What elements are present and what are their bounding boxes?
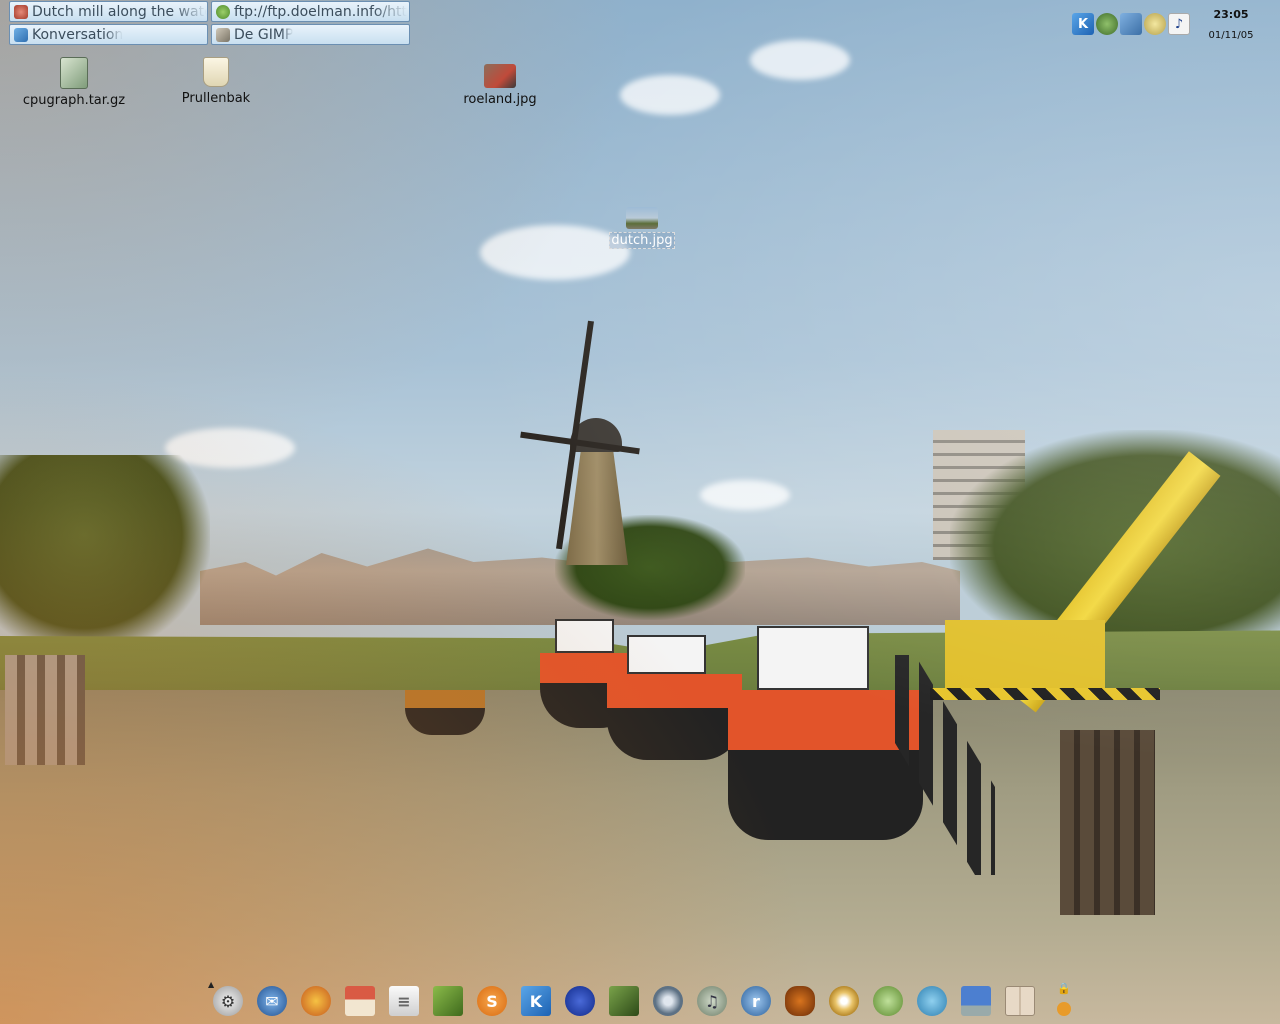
launcher-gimp[interactable] — [561, 982, 599, 1020]
home-icon — [345, 986, 375, 1016]
pager-icon — [1005, 986, 1035, 1016]
clock-date: 01/11/05 — [1208, 30, 1254, 41]
wallpaper-pier — [5, 655, 85, 765]
gear-icon: ⚙ — [213, 986, 243, 1016]
launcher-skype[interactable]: S — [473, 982, 511, 1020]
user-icon[interactable] — [1096, 13, 1118, 35]
media-icon — [653, 986, 683, 1016]
launcher-home[interactable] — [341, 982, 379, 1020]
network-icon[interactable] — [1120, 13, 1142, 35]
launcher-sound[interactable]: ♫ — [693, 982, 731, 1020]
desktop-icon-dutch[interactable]: dutch.jpg — [582, 207, 702, 249]
clock[interactable]: 23:05 01/11/05 — [1206, 8, 1256, 41]
launcher-remote-desktop[interactable] — [957, 982, 995, 1020]
desktop-wallpaper — [0, 0, 1280, 1024]
archive-icon — [60, 57, 88, 89]
wallpaper-cloud — [700, 480, 790, 510]
task-button-label: ftp://ftp.doelman.info/htt — [234, 3, 408, 20]
clock-time: 23:05 — [1213, 8, 1249, 21]
wallpaper-boat — [607, 635, 742, 760]
terminal-icon — [609, 986, 639, 1016]
launcher-firefox[interactable] — [297, 982, 335, 1020]
desktop-icon-label: dutch.jpg — [609, 232, 675, 249]
kde-icon[interactable]: K — [1072, 13, 1094, 35]
player-icon: r — [741, 986, 771, 1016]
mail-icon: ✉ — [257, 986, 287, 1016]
wallpaper-cloud — [620, 75, 720, 115]
taskbar-window-list: Dutch mill along the wate ftp://ftp.doel… — [9, 0, 411, 46]
logout-icon[interactable] — [1057, 1002, 1071, 1016]
gimp-icon — [216, 27, 230, 42]
skype-icon: S — [477, 986, 507, 1016]
wallpaper-boat — [405, 675, 485, 735]
wallpaper-cloud — [750, 40, 850, 80]
task-button-label: Dutch mill along the wate — [32, 3, 207, 20]
wallpaper-windmill — [566, 445, 628, 565]
launcher-coffee[interactable] — [781, 982, 819, 1020]
klipper-icon[interactable] — [1144, 13, 1166, 35]
photo-viewer-icon — [14, 4, 28, 19]
task-button-label: Konversation — [32, 26, 124, 43]
browser-icon — [301, 986, 331, 1016]
task-button-gimp[interactable]: De GIMP — [211, 24, 410, 45]
disc-icon — [829, 986, 859, 1016]
launcher-kpdf[interactable]: ≡ — [385, 982, 423, 1020]
monitor-icon — [961, 986, 991, 1016]
desktop-icon-trash[interactable]: Prullenbak — [156, 57, 276, 106]
task-button-label: De GIMP — [234, 26, 294, 43]
music-icon: ♫ — [697, 986, 727, 1016]
paint-icon — [565, 986, 595, 1016]
wallpaper-crane — [945, 620, 1105, 690]
wallpaper-pier — [1060, 730, 1155, 915]
task-button-konversation[interactable]: Konversation — [9, 24, 208, 45]
document-icon: ≡ — [389, 986, 419, 1016]
launcher-amarok[interactable] — [649, 982, 687, 1020]
launcher-kate[interactable] — [429, 982, 467, 1020]
image-icon — [626, 207, 658, 229]
desktop-icon-roeland[interactable]: roeland.jpg — [440, 64, 560, 107]
desktop-icon-label: cpugraph.tar.gz — [22, 93, 126, 108]
desktop-icon-label: roeland.jpg — [463, 92, 537, 107]
messenger-icon — [917, 986, 947, 1016]
wallpaper-crane-stripe — [930, 688, 1160, 700]
kmix-icon[interactable]: ♪ — [1168, 13, 1190, 35]
desktop-icon-cpugraph[interactable]: cpugraph.tar.gz — [14, 57, 134, 108]
desktop-icon-label: Prullenbak — [181, 91, 251, 106]
konqueror-icon — [216, 4, 230, 19]
launcher-k3b[interactable] — [825, 982, 863, 1020]
image-icon — [484, 64, 516, 88]
task-button-dutch-mill[interactable]: Dutch mill along the wate — [9, 1, 208, 22]
launcher-gaim[interactable] — [869, 982, 907, 1020]
launcher-terminal[interactable] — [605, 982, 643, 1020]
launcher-realplayer[interactable]: r — [737, 982, 775, 1020]
launcher-thunderbird[interactable]: ✉ — [253, 982, 291, 1020]
lock-screen-icon[interactable]: 🔒 — [1057, 982, 1071, 996]
bottom-panel: ▲ ⚙ ✉ ≡ S K ♫ r 🔒 — [205, 978, 1075, 1024]
trash-icon — [203, 57, 229, 87]
konversation-icon — [14, 27, 28, 42]
coffee-icon — [785, 986, 815, 1016]
book-icon — [433, 986, 463, 1016]
launcher-desktop-pager[interactable] — [1001, 982, 1039, 1020]
wallpaper-trees — [0, 455, 210, 655]
launcher-msn[interactable] — [913, 982, 951, 1020]
launcher-kde-control[interactable]: K — [517, 982, 555, 1020]
system-tray: K ♪ — [1072, 10, 1198, 38]
task-button-ftp[interactable]: ftp://ftp.doelman.info/htt — [211, 1, 410, 22]
chat-icon — [873, 986, 903, 1016]
kde-icon: K — [521, 986, 551, 1016]
wallpaper-boat — [728, 626, 923, 840]
launcher-kde-menu[interactable]: ⚙ — [209, 982, 247, 1020]
